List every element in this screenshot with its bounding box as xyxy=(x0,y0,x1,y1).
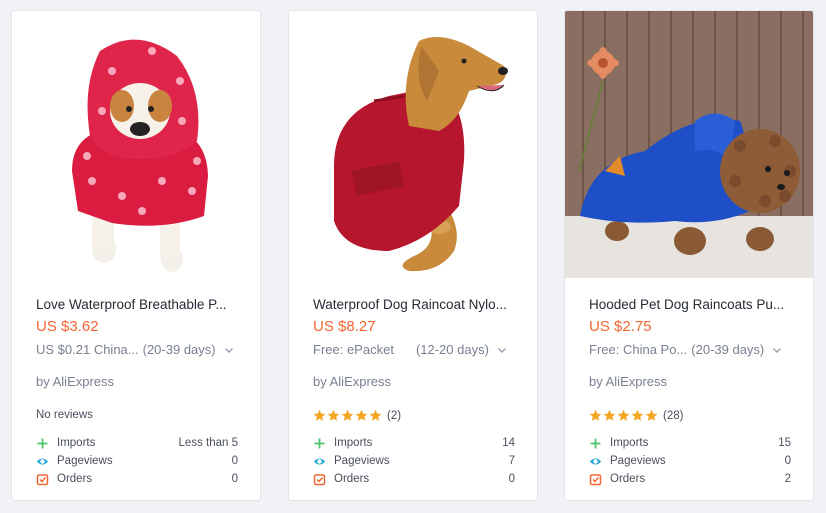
pageviews-label: Pageviews xyxy=(610,455,666,467)
orders-label: Orders xyxy=(57,473,93,485)
imports-value: 14 xyxy=(502,437,515,449)
shipping-days: (20-39 days) xyxy=(142,342,216,357)
star-icon xyxy=(617,409,630,422)
star-icon xyxy=(603,409,616,422)
pageviews-label: Pageviews xyxy=(334,455,390,467)
plus-icon xyxy=(36,437,49,450)
plus-icon xyxy=(313,437,326,450)
shipping-method: US $0.21 China... xyxy=(36,342,139,357)
imports-row: Imports Less than 5 xyxy=(36,434,238,452)
star-icon xyxy=(369,409,382,422)
shipping-selector[interactable]: US $0.21 China... (20-39 days) xyxy=(36,342,246,357)
product-stats: Imports Less than 5 Pageviews 0 Orders 0 xyxy=(36,434,238,488)
star-icon xyxy=(327,409,340,422)
product-stats: Imports 15 Pageviews 0 Orders 2 xyxy=(589,434,791,488)
product-price: US $2.75 xyxy=(589,318,652,335)
product-price: US $3.62 xyxy=(36,318,99,335)
reviews: (28) xyxy=(589,409,683,422)
shipping-method: Free: ePacket xyxy=(313,342,394,357)
star-icon xyxy=(313,409,326,422)
pageviews-value: 0 xyxy=(784,455,791,467)
star-icon xyxy=(631,409,644,422)
star-icon xyxy=(355,409,368,422)
shipping-selector[interactable]: Free: ePacket (12-20 days) xyxy=(313,342,523,357)
imports-label: Imports xyxy=(57,437,96,449)
star-icon xyxy=(341,409,354,422)
star-icon xyxy=(589,409,602,422)
product-title[interactable]: Love Waterproof Breathable P... xyxy=(36,297,246,312)
pageviews-value: 7 xyxy=(508,455,515,467)
pageviews-row: Pageviews 0 xyxy=(36,452,238,470)
product-title[interactable]: Waterproof Dog Raincoat Nylo... xyxy=(313,297,523,312)
reviews: No reviews xyxy=(36,409,93,421)
orders-value: 0 xyxy=(231,473,238,485)
shipping-selector[interactable]: Free: China Po... (20-39 days) xyxy=(589,342,799,357)
seller-name: by AliExpress xyxy=(589,374,668,389)
shipping-days: (12-20 days) xyxy=(415,342,489,357)
shipping-days: (20-39 days) xyxy=(691,342,765,357)
orders-row: Orders 2 xyxy=(589,470,791,488)
orders-value: 0 xyxy=(508,473,515,485)
imports-label: Imports xyxy=(610,437,649,449)
product-image[interactable] xyxy=(289,11,537,278)
product-title[interactable]: Hooded Pet Dog Raincoats Pu... xyxy=(589,297,799,312)
pageviews-row: Pageviews 0 xyxy=(589,452,791,470)
pageviews-label: Pageviews xyxy=(57,455,113,467)
orders-label: Orders xyxy=(334,473,370,485)
orders-icon xyxy=(36,473,49,486)
product-card[interactable]: Hooded Pet Dog Raincoats Pu... US $2.75 … xyxy=(564,10,814,501)
plus-icon xyxy=(589,437,602,450)
product-stats: Imports 14 Pageviews 7 Orders 0 xyxy=(313,434,515,488)
chevron-down-icon[interactable] xyxy=(772,345,782,355)
product-image[interactable] xyxy=(12,11,260,278)
orders-value: 2 xyxy=(784,473,791,485)
reviews-text: No reviews xyxy=(36,409,93,421)
rating-stars xyxy=(313,409,382,422)
product-image[interactable] xyxy=(565,11,813,278)
product-card[interactable]: Waterproof Dog Raincoat Nylo... US $8.27… xyxy=(288,10,538,501)
orders-icon xyxy=(313,473,326,486)
orders-row: Orders 0 xyxy=(313,470,515,488)
orders-label: Orders xyxy=(610,473,646,485)
eye-icon xyxy=(36,455,49,468)
eye-icon xyxy=(313,455,326,468)
reviews: (2) xyxy=(313,409,401,422)
imports-value: Less than 5 xyxy=(178,437,238,449)
review-count[interactable]: (2) xyxy=(387,410,401,422)
seller-name: by AliExpress xyxy=(36,374,115,389)
imports-row: Imports 15 xyxy=(589,434,791,452)
shipping-method: Free: China Po... xyxy=(589,342,688,357)
product-price: US $8.27 xyxy=(313,318,376,335)
review-count[interactable]: (28) xyxy=(663,410,683,422)
eye-icon xyxy=(589,455,602,468)
orders-row: Orders 0 xyxy=(36,470,238,488)
chevron-down-icon[interactable] xyxy=(224,345,234,355)
rating-stars xyxy=(589,409,658,422)
chevron-down-icon[interactable] xyxy=(497,345,507,355)
product-card[interactable]: Love Waterproof Breathable P... US $3.62… xyxy=(11,10,261,501)
imports-row: Imports 14 xyxy=(313,434,515,452)
pageviews-row: Pageviews 7 xyxy=(313,452,515,470)
star-icon xyxy=(645,409,658,422)
pageviews-value: 0 xyxy=(231,455,238,467)
seller-name: by AliExpress xyxy=(313,374,392,389)
orders-icon xyxy=(589,473,602,486)
imports-value: 15 xyxy=(778,437,791,449)
imports-label: Imports xyxy=(334,437,373,449)
